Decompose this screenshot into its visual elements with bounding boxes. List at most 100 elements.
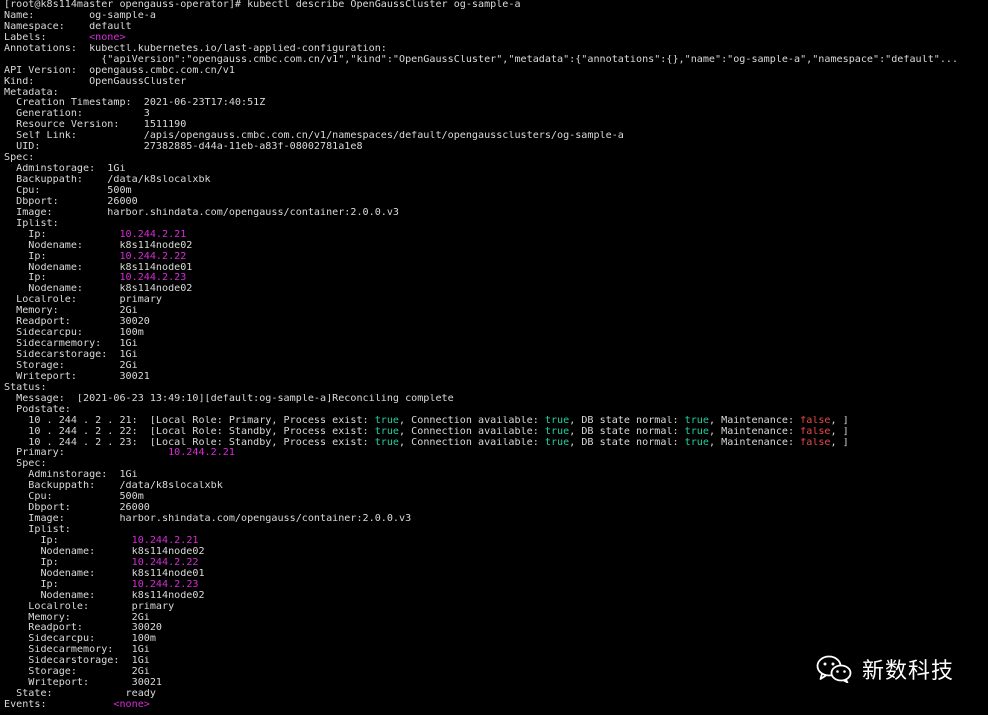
terminal-text: Ip: — [4, 557, 132, 568]
terminal-text: Localrole: primary — [4, 601, 175, 612]
terminal-line: Kind: OpenGaussCluster — [4, 77, 988, 88]
terminal-text: Labels: — [4, 32, 90, 43]
terminal-line: Cpu: 500m — [4, 186, 988, 197]
terminal-text: Storage: 2Gi — [4, 360, 138, 371]
terminal-text: Self Link: /apis/opengauss.cmbc.com.cn/v… — [4, 131, 624, 142]
terminal-line: Image: harbor.shindata.com/opengauss/con… — [4, 514, 988, 525]
terminal-line: Nodename: k8s114node02 — [4, 241, 988, 252]
highlighted-text: true — [374, 437, 400, 448]
terminal-text: Creation Timestamp: 2021-06-23T17:40:51Z — [4, 98, 266, 109]
terminal-text: Image: harbor.shindata.com/opengauss/con… — [4, 514, 412, 525]
terminal-line: Ip: 10.244.2.21 — [4, 230, 988, 241]
terminal-text: Sidecarstorage: 1Gi — [4, 656, 150, 667]
terminal-line: Labels: <none> — [4, 33, 988, 44]
terminal-text: Writeport: 30021 — [4, 371, 150, 382]
terminal-text: 10 . 244 . 2 . 23: [Local Role: Standby,… — [4, 437, 375, 448]
terminal-text: Namespace: default — [4, 21, 132, 32]
terminal-text: , Maintenance: — [708, 437, 801, 448]
terminal-text: Localrole: primary — [4, 295, 163, 306]
highlighted-text: true — [544, 426, 570, 437]
terminal-text: Status: — [4, 382, 47, 393]
terminal-line: Name: og-sample-a — [4, 11, 988, 22]
terminal-line: Ip: 10.244.2.22 — [4, 558, 988, 569]
terminal-text: Ip: — [4, 273, 120, 284]
terminal-text: Ip: — [4, 535, 132, 546]
highlighted-text: false — [800, 437, 831, 448]
terminal-text: Sidecarcpu: 100m — [4, 328, 144, 339]
highlighted-text: false — [800, 426, 831, 437]
terminal-text: Podstate: — [4, 404, 71, 415]
terminal-text: Dbport: 26000 — [4, 196, 138, 207]
highlighted-text: 10.244.2.23 — [119, 273, 187, 284]
terminal-text: 10 . 244 . 2 . 21: [Local Role: Primary,… — [4, 415, 375, 426]
terminal-text: Sidecarcpu: 100m — [4, 634, 156, 645]
watermark: 新数科技 — [816, 653, 954, 685]
terminal-text: Cpu: 500m — [4, 185, 132, 196]
terminal-text: Nodename: k8s114node01 — [4, 262, 193, 273]
terminal-line: Image: harbor.shindata.com/opengauss/con… — [4, 208, 988, 219]
terminal-text: Iplist: — [4, 525, 71, 535]
terminal-line: Creation Timestamp: 2021-06-23T17:40:51Z — [4, 98, 988, 109]
terminal-text: Nodename: k8s114node01 — [4, 568, 205, 579]
terminal-line: Writeport: 30021 — [4, 372, 988, 383]
terminal-text: UID: 27382885-d44a-11eb-a83f-08002781a1e… — [4, 142, 363, 153]
terminal-text: , DB state normal: — [569, 426, 685, 437]
terminal-text: , ] — [830, 426, 849, 437]
terminal-text: Ip: — [4, 251, 120, 262]
terminal-text: , DB state normal: — [569, 437, 685, 448]
terminal-text: Metadata: — [4, 87, 59, 98]
terminal-line: Nodename: k8s114node02 — [4, 284, 988, 295]
terminal-text: 10 . 244 . 2 . 22: [Local Role: Standby,… — [4, 426, 375, 437]
highlighted-text: true — [544, 415, 570, 426]
terminal-line: Readport: 30020 — [4, 317, 988, 328]
terminal-text: Backuppath: /data/k8slocalxbk — [4, 175, 211, 185]
terminal-text: Generation: 3 — [4, 109, 150, 120]
terminal-text: , DB state normal: — [569, 415, 685, 426]
terminal-window[interactable]: [root@k8s114master opengauss-operator]# … — [0, 0, 988, 715]
highlighted-text: 10.244.2.21 — [119, 229, 187, 240]
terminal-text: Readport: 30020 — [4, 623, 163, 634]
terminal-text: {"apiVersion":"opengauss.cmbc.com.cn/v1"… — [4, 54, 959, 65]
terminal-text: Adminstorage: 1Gi — [4, 470, 138, 481]
terminal-line: Nodename: k8s114node02 — [4, 547, 988, 558]
terminal-text: , Connection available: — [399, 415, 545, 426]
terminal-line: Dbport: 26000 — [4, 503, 988, 514]
terminal-text: Readport: 30020 — [4, 317, 150, 328]
highlighted-text: true — [684, 426, 709, 437]
terminal-text: Ip: — [4, 229, 120, 240]
terminal-line: Storage: 2Gi — [4, 361, 988, 372]
terminal-text: Memory: 2Gi — [4, 612, 150, 623]
terminal-line: Spec: — [4, 153, 988, 164]
terminal-text: Memory: 2Gi — [4, 306, 138, 317]
highlighted-text: true — [544, 437, 570, 448]
terminal-text: Sidecarmemory: 1Gi — [4, 339, 138, 350]
terminal-line: Namespace: default — [4, 22, 988, 33]
terminal-line: Spec: — [4, 459, 988, 470]
highlighted-text: 10.244.2.23 — [131, 579, 199, 590]
terminal-line: Iplist: — [4, 219, 988, 230]
terminal-line: Resource Version: 1511190 — [4, 120, 988, 131]
terminal-text: Sidecarmemory: 1Gi — [4, 645, 150, 656]
terminal-line: Nodename: k8s114node01 — [4, 263, 988, 274]
highlighted-text: true — [684, 437, 709, 448]
terminal-line: 10 . 244 . 2 . 21: [Local Role: Primary,… — [4, 416, 988, 427]
terminal-line: Dbport: 26000 — [4, 197, 988, 208]
terminal-text: Events: — [4, 700, 114, 710]
terminal-line: Readport: 30020 — [4, 623, 988, 634]
terminal-text: Adminstorage: 1Gi — [4, 164, 126, 175]
terminal-text: Dbport: 26000 — [4, 503, 150, 514]
terminal-text: , Maintenance: — [708, 426, 801, 437]
terminal-line: Primary: 10.244.2.21 — [4, 448, 988, 459]
terminal-text: , ] — [830, 415, 849, 426]
terminal-line: Nodename: k8s114node01 — [4, 569, 988, 580]
highlighted-text: 10.244.2.21 — [131, 535, 199, 546]
terminal-line: Localrole: primary — [4, 295, 988, 306]
terminal-line: {"apiVersion":"opengauss.cmbc.com.cn/v1"… — [4, 55, 988, 66]
terminal-line: Memory: 2Gi — [4, 613, 988, 624]
terminal-line: UID: 27382885-d44a-11eb-a83f-08002781a1e… — [4, 142, 988, 153]
terminal-line: Ip: 10.244.2.22 — [4, 252, 988, 263]
terminal-line: Events: <none> — [4, 700, 988, 711]
terminal-line: Nodename: k8s114node02 — [4, 591, 988, 602]
highlighted-text: <none> — [89, 32, 126, 43]
watermark-text: 新数科技 — [862, 659, 955, 684]
